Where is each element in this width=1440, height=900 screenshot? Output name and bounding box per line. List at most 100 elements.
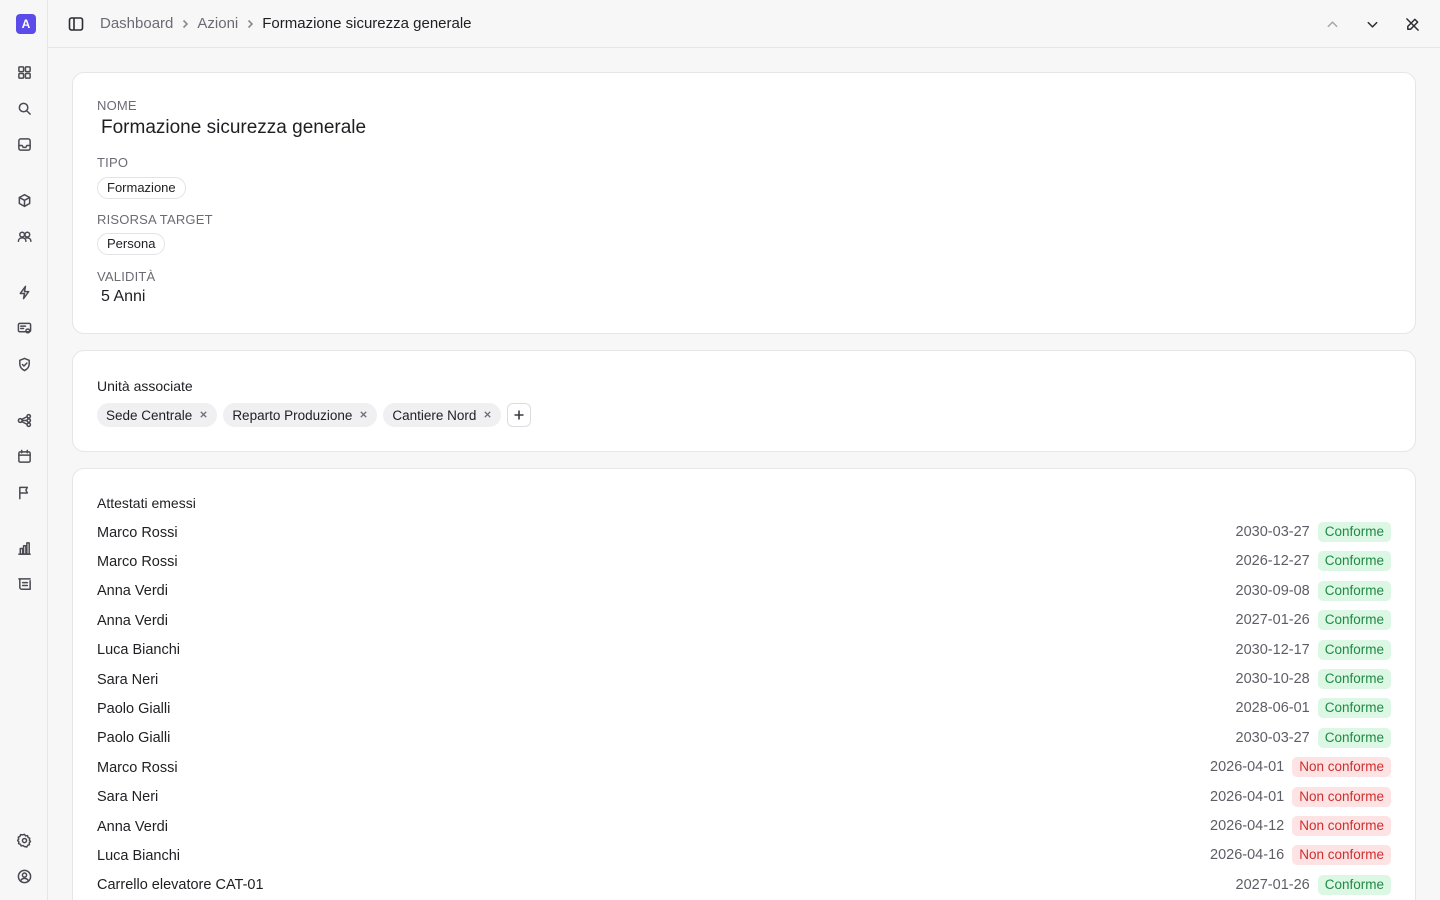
certificate-holder: Anna Verdi (97, 583, 168, 600)
list-item[interactable]: Anna Verdi 2030-09-08 Conforme (97, 577, 1391, 606)
certificate-holder: Paolo Gialli (97, 730, 171, 747)
unit-tag-label: Cantiere Nord (392, 407, 477, 423)
validita-value[interactable]: 5 Anni (101, 288, 145, 306)
unit-tag[interactable]: Sede Centrale (97, 403, 218, 427)
box-icon[interactable] (14, 190, 34, 210)
certificates-list: Marco Rossi 2030-03-27 Conforme Marco Rossi… (97, 518, 1391, 900)
close-icon[interactable] (199, 410, 209, 420)
certificate-meta: 2026-04-12 Non conforme (1210, 815, 1391, 836)
certificate-expiry-date: 2027-01-26 (1235, 876, 1310, 893)
certificate-expiry-date: 2030-12-17 (1235, 641, 1310, 658)
list-item[interactable]: Anna Verdi 2027-01-26 Conforme (97, 606, 1391, 635)
unit-tag-label: Sede Centrale (106, 407, 193, 423)
certificate-meta: 2030-10-28 Conforme (1235, 668, 1391, 689)
tipo-chip[interactable]: Formazione (97, 177, 186, 199)
breadcrumb-current: Formazione sicurezza generale (262, 15, 472, 32)
list-item[interactable]: Carrello elevatore CAT-01 2027-01-26 Confo… (97, 871, 1391, 900)
certificate-expiry-date: 2026-04-16 (1210, 847, 1285, 864)
units-title: Unità associate (97, 378, 193, 394)
tipo-label: TIPO (97, 155, 129, 170)
list-item[interactable]: Luca Bianchi 2030-12-17 Conforme (97, 636, 1391, 665)
chevron-right-icon (245, 19, 255, 29)
inbox-icon[interactable] (14, 134, 34, 154)
certificate-holder: Paolo Gialli (97, 701, 171, 718)
list-item[interactable]: Sara Neri 2030-10-28 Conforme (97, 665, 1391, 694)
unit-tag[interactable]: Reparto Produzione (223, 403, 378, 427)
status-badge: Non conforme (1292, 815, 1391, 836)
certificate-meta: 2026-12-27 Conforme (1236, 551, 1391, 572)
chevron-up-icon[interactable] (1322, 14, 1342, 34)
certificate-holder: Sara Neri (97, 671, 159, 688)
shield-icon[interactable] (14, 354, 34, 374)
chart-icon[interactable] (14, 538, 34, 558)
flag-icon[interactable] (14, 482, 34, 502)
breadcrumb: Dashboard Azioni Formazione sicurezza ge… (100, 15, 472, 32)
users-icon[interactable] (14, 226, 34, 246)
validita-label: VALIDITÀ (97, 269, 156, 284)
list-item[interactable]: Paolo Gialli 2028-06-01 Conforme (97, 694, 1391, 723)
certificate-holder: Anna Verdi (97, 612, 168, 629)
gear-icon[interactable] (14, 830, 34, 850)
certificate-expiry-date: 2030-03-27 (1235, 729, 1310, 746)
units-card: Unità associate Sede Centrale Reparto Pr… (72, 350, 1416, 452)
topbar: Dashboard Azioni Formazione sicurezza ge… (48, 0, 1440, 48)
certificate-holder: Sara Neri (97, 789, 159, 806)
list-item[interactable]: Luca Bianchi 2026-04-16 Non conforme (97, 841, 1391, 870)
certificates-title: Attestati emessi (97, 495, 196, 511)
list-item[interactable]: Marco Rossi 2026-12-27 Conforme (97, 547, 1391, 576)
certificate-expiry-date: 2026-04-01 (1210, 788, 1285, 805)
status-badge: Conforme (1317, 668, 1391, 689)
units-tags: Sede Centrale Reparto Produzione Cantier… (97, 403, 532, 427)
list-item[interactable]: Paolo Gialli 2030-03-27 Conforme (97, 724, 1391, 753)
unit-tag[interactable]: Cantiere Nord (383, 403, 502, 427)
certificate-meta: 2030-03-27 Conforme (1235, 727, 1391, 748)
status-badge: Conforme (1317, 522, 1391, 542)
risorsa-target-chip[interactable]: Persona (97, 233, 166, 255)
status-badge: Conforme (1317, 874, 1391, 895)
breadcrumb-azioni[interactable]: Azioni (197, 15, 238, 32)
certificate-expiry-date: 2026-04-01 (1210, 759, 1285, 776)
user-circle-icon[interactable] (14, 866, 34, 886)
certificate-holder: Luca Bianchi (97, 642, 181, 659)
certificate-expiry-date: 2030-03-27 (1235, 524, 1310, 540)
list-item[interactable]: Sara Neri 2026-04-01 Non conforme (97, 783, 1391, 812)
list-item[interactable]: Anna Verdi 2026-04-12 Non conforme (97, 812, 1391, 841)
status-badge: Non conforme (1292, 757, 1391, 778)
screen-icon[interactable] (14, 318, 34, 338)
app-logo[interactable]: A (16, 14, 36, 34)
workflow-icon[interactable] (14, 410, 34, 430)
status-badge: Non conforme (1292, 845, 1391, 866)
status-badge: Conforme (1317, 610, 1391, 631)
certificate-expiry-date: 2027-01-26 (1235, 612, 1310, 629)
close-icon[interactable] (483, 410, 493, 420)
list-item[interactable]: Marco Rossi 2030-03-27 Conforme (97, 518, 1391, 547)
list-item[interactable]: Marco Rossi 2026-04-01 Non conforme (97, 753, 1391, 782)
certificates-card: Attestati emessi Marco Rossi 2030-03-27 Co… (72, 468, 1416, 900)
sidebar-toggle-icon[interactable] (66, 14, 86, 34)
chevron-down-icon[interactable] (1362, 14, 1382, 34)
details-card: NOME Formazione sicurezza generale TIPO … (72, 72, 1416, 334)
status-badge: Non conforme (1292, 786, 1391, 807)
chevron-right-icon (180, 19, 190, 29)
certificate-meta: 2027-01-26 Conforme (1235, 610, 1391, 631)
grid-icon[interactable] (14, 62, 34, 82)
certificate-meta: 2030-12-17 Conforme (1235, 639, 1391, 660)
certificate-meta: 2026-04-01 Non conforme (1210, 757, 1391, 778)
breadcrumb-dashboard[interactable]: Dashboard (100, 15, 173, 32)
certificate-meta: 2026-04-16 Non conforme (1210, 845, 1391, 866)
calendar-icon[interactable] (14, 446, 34, 466)
bolt-icon[interactable] (14, 282, 34, 302)
certificate-holder: Anna Verdi (97, 818, 168, 835)
report-icon[interactable] (14, 574, 34, 594)
add-unit-button[interactable] (507, 403, 532, 427)
search-icon[interactable] (14, 98, 34, 118)
plus-icon (514, 410, 524, 420)
risorsa-target-label: RISORSA TARGET (97, 212, 213, 227)
certificate-holder: Luca Bianchi (97, 847, 181, 864)
edit-off-icon[interactable] (1402, 14, 1422, 34)
nome-label: NOME (97, 98, 137, 113)
status-badge: Conforme (1317, 698, 1391, 719)
nome-value[interactable]: Formazione sicurezza generale (101, 117, 366, 139)
close-icon[interactable] (359, 410, 369, 420)
certificate-expiry-date: 2030-10-28 (1235, 670, 1310, 687)
